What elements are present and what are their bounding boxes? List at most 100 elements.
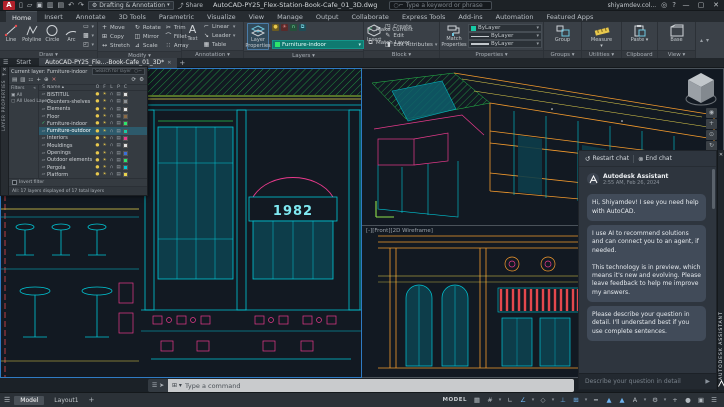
annotation-autoscale-icon[interactable]: ▲ — [616, 395, 628, 406]
paste-button[interactable]: Paste ▾ — [628, 23, 652, 49]
text-button[interactable]: A Text — [185, 23, 200, 49]
delete-layer-icon[interactable]: ✕ — [52, 77, 57, 83]
ribbon-tab-annotate[interactable]: Annotate — [70, 11, 112, 22]
send-icon[interactable]: ▶ — [705, 378, 710, 385]
help-icon[interactable]: ? — [672, 1, 676, 10]
help-search[interactable]: ○⌐ — [389, 0, 492, 10]
circle-button[interactable]: Circle — [44, 23, 60, 49]
layer-on-icon[interactable]: ● — [94, 143, 101, 148]
lineweight-dropdown[interactable]: ByLayer ▾ — [468, 40, 542, 48]
ribbon-tab-output[interactable]: Output — [310, 11, 345, 22]
save-as-icon[interactable]: ▥ — [47, 1, 54, 10]
new-drawing-tab-button[interactable]: + — [179, 59, 185, 67]
layer-lock-icon[interactable]: ∩ — [108, 136, 115, 141]
annotation-monitor-icon[interactable]: + — [669, 395, 681, 406]
layer-color-swatch[interactable] — [123, 150, 128, 156]
color-dropdown[interactable]: ByLayer ▾ — [468, 24, 542, 32]
ribbon-tab-manage[interactable]: Manage — [271, 11, 309, 22]
ribbon-tab-view[interactable]: View — [243, 11, 270, 22]
layer-freeze-icon[interactable]: ☀ — [101, 114, 108, 119]
share-button[interactable]: ⤴ Share — [178, 1, 203, 10]
graphics-performance-icon[interactable]: ▣ — [695, 395, 707, 406]
notification-bell-icon[interactable]: ◎ — [661, 1, 667, 10]
ribbon-tab-add-ins[interactable]: Add-ins — [452, 11, 488, 22]
create-block-button[interactable]: ◳ Create — [384, 23, 437, 31]
layer-lock-icon[interactable]: ∩ — [108, 99, 115, 104]
ribbon-collapse-icon[interactable]: ▴ — [700, 37, 703, 44]
recent-commands-icon[interactable]: ⊞ ▾ — [172, 382, 182, 389]
layer-color-swatch[interactable] — [123, 92, 128, 98]
assistant-scrollbar[interactable] — [712, 169, 715, 209]
base-view-button[interactable]: Base — [665, 23, 689, 49]
layer-on-icon[interactable]: ● — [94, 121, 101, 126]
panel-label-utilities[interactable]: Utilities ▾ — [582, 50, 621, 58]
layer-row-mouldings[interactable]: ▱ Mouldings ● ☀ ∩ ▤ — [39, 142, 147, 149]
layer-on-icon[interactable]: ● — [94, 136, 101, 141]
assistant-tab-close-icon[interactable]: ✕ — [719, 153, 723, 158]
layer-search-input[interactable] — [95, 69, 134, 74]
layer-freeze-icon[interactable]: ☀ — [101, 158, 108, 163]
layer-freeze-icon[interactable]: ☀ — [101, 92, 108, 97]
polar-flyout-icon[interactable]: ▾ — [530, 395, 536, 406]
pan-icon[interactable]: + — [706, 119, 717, 129]
layer-freeze-icon[interactable]: ☀ — [101, 99, 108, 104]
layer-lock-icon[interactable]: ∩ — [108, 143, 115, 148]
layer-color-swatch[interactable] — [123, 157, 128, 163]
panel-label-properties[interactable]: Properties ▾ — [440, 50, 543, 58]
new-layout-button[interactable]: + — [89, 396, 95, 404]
layer-on-icon[interactable]: ● — [94, 99, 101, 104]
stretch-button[interactable]: ↔ Stretch — [101, 41, 130, 50]
layer-color-swatch[interactable] — [123, 143, 128, 149]
insert-block-button[interactable]: Insert — [367, 23, 381, 49]
edit-block-button[interactable]: ✎ Edit — [384, 32, 437, 40]
layer-row-interiors[interactable]: ▱ Interiors ● ☀ ∩ ▤ — [39, 135, 147, 142]
scale-flyout-icon[interactable]: ▾ — [642, 395, 648, 406]
viewport-controls-elev[interactable]: [-][Front][2D Wireframe] — [366, 228, 433, 234]
layer-lock-icon[interactable]: ∩ — [108, 158, 115, 163]
layer-lock-icon[interactable]: ∩ — [108, 165, 115, 170]
leader-button[interactable]: ↘ Leader ▾ — [203, 32, 235, 40]
minimize-button[interactable]: — — [681, 1, 691, 9]
ribbon-tab-collaborate[interactable]: Collaborate — [346, 11, 395, 22]
measure-button[interactable]: Measure ▾ — [590, 23, 614, 49]
plot-icon[interactable]: ▤ — [58, 1, 65, 10]
ribbon-tab-express-tools[interactable]: Express Tools — [396, 11, 451, 22]
layer-on-icon[interactable]: ● — [94, 114, 101, 119]
layer-lock-icon[interactable]: ∩ — [108, 114, 115, 119]
layer-row-floor[interactable]: ▱ Floor ● ☀ ∩ ▤ — [39, 113, 147, 120]
layer-lock-icon[interactable]: ∩ — [108, 172, 115, 177]
layer-row-bistitul[interactable]: ▱ BISTITUL ● ☀ ∩ ▤ — [39, 91, 147, 98]
move-button[interactable]: + Move — [101, 23, 130, 32]
annotation-visibility-icon[interactable]: ▲ — [603, 395, 615, 406]
layer-lock-icon[interactable]: ∩ — [108, 107, 115, 112]
layer-plot-icon[interactable]: ▤ — [115, 136, 122, 141]
layer-states-icon[interactable]: ⚏ — [28, 77, 33, 83]
layer-lock-icon[interactable]: ∩ — [108, 92, 115, 97]
viewcube[interactable] — [684, 71, 718, 109]
hatch-tool-icon[interactable]: ▩ ▾ — [82, 32, 94, 40]
osnap-flyout-icon[interactable]: ▾ — [583, 395, 589, 406]
filter-all[interactable]: ▣ All — [11, 93, 36, 98]
model-tab[interactable]: Model — [14, 395, 45, 405]
osnap-tracking-icon[interactable]: ⊥ — [557, 395, 569, 406]
new-file-icon[interactable]: ▯ — [19, 1, 23, 10]
invert-filter-checkbox[interactable] — [12, 180, 17, 185]
group-button[interactable]: Group — [551, 23, 575, 49]
undo-icon[interactable]: ↶ — [68, 1, 74, 10]
panel-label-view[interactable]: View ▾ — [658, 50, 695, 58]
model-space-badge[interactable]: MODEL — [443, 397, 467, 403]
customization-icon[interactable]: ☰ — [708, 395, 720, 406]
copy-button[interactable]: ⊞ Copy — [101, 32, 130, 41]
gradient-tool-icon[interactable]: ◰ ▾ — [82, 41, 94, 49]
layer-row-openings[interactable]: ▱ Openings ● ☀ ∩ ▤ — [39, 149, 147, 156]
line-button[interactable]: Line — [3, 23, 19, 49]
layer-freeze-icon[interactable]: ☀ — [101, 136, 108, 141]
layer-match-tool-icon[interactable]: ⧉ — [299, 24, 306, 31]
layer-freeze-icon[interactable]: ☀ — [101, 121, 108, 126]
layer-freeze-icon[interactable]: ☀ — [101, 129, 108, 134]
osnap-icon[interactable]: ⊞ — [570, 395, 582, 406]
filter-all-used[interactable]: ▢ All Used Layers — [11, 99, 51, 104]
layer-row-furniture-outdoor[interactable]: ▱ Furniture-outdoor ● ☀ ∩ ▤ — [39, 127, 147, 135]
layer-on-icon[interactable]: ● — [94, 151, 101, 156]
layer-row-elements[interactable]: ▱ Elements ● ☀ ∩ ▤ — [39, 106, 147, 113]
